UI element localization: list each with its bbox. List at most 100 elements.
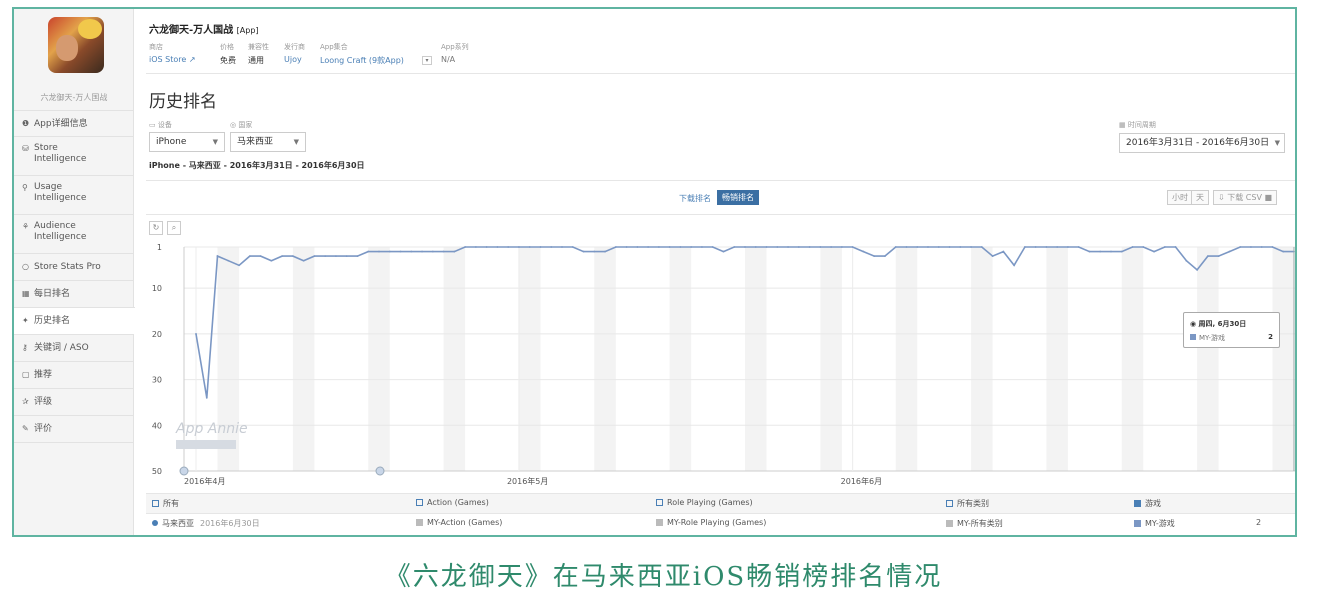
download-icon: ⇩: [1218, 193, 1225, 202]
data-point: [518, 246, 520, 248]
x-tick-label: 2016年5月: [507, 476, 548, 485]
data-point: [776, 246, 779, 248]
device-icon: ▭: [149, 121, 156, 129]
data-point: [259, 255, 262, 258]
sidebar-item-ratings[interactable]: ✰ 评级: [14, 388, 134, 415]
sidebar-item-usage-intelligence[interactable]: ⚲ Usage Intelligence: [14, 175, 134, 214]
sidebar-item-label: Usage: [34, 182, 63, 192]
sidebar-item-store-stats-pro[interactable]: ○ Store Stats Pro: [14, 253, 134, 280]
featured-icon: ▢: [22, 370, 30, 379]
sidebar-item-label: Store: [34, 143, 58, 153]
date-label: ▦ 时间周期: [1119, 120, 1156, 130]
data-point: [657, 246, 660, 248]
sidebar-item-daily-rank[interactable]: ▦ 每日排名: [14, 280, 134, 307]
sidebar-item-label-2: Intelligence: [34, 232, 87, 242]
download-rank-toggle[interactable]: 下载排名: [679, 193, 711, 204]
weekend-band: [895, 247, 918, 471]
country-select[interactable]: 马来西亚 ▼: [230, 132, 306, 152]
app-icon[interactable]: [48, 17, 104, 73]
sidebar-item-label: 评级: [34, 397, 53, 407]
data-point: [227, 259, 230, 262]
legend-games-checkbox[interactable]: 游戏: [1134, 498, 1161, 509]
external-link-icon: ↗: [188, 55, 196, 64]
data-point: [840, 246, 843, 248]
sidebar-app-name: 六龙御天-万人国战: [40, 93, 108, 102]
legend-series-role-playing[interactable]: MY-Role Playing (Games): [656, 518, 766, 527]
data-point: [453, 250, 456, 253]
data-point: [324, 255, 327, 258]
data-point: [830, 246, 833, 248]
legend-action-checkbox[interactable]: Action (Games): [416, 498, 489, 507]
download-csv-button[interactable]: ⇩ 下载 CSV ■: [1213, 190, 1278, 205]
data-point: [744, 246, 746, 248]
sidebar-item-audience-intelligence[interactable]: ⚘ Audience Intelligence: [14, 214, 134, 253]
sidebar-item-app-details[interactable]: ❶ App详细信息: [14, 110, 134, 136]
data-point: [431, 250, 434, 253]
date-label-text: 时间周期: [1127, 121, 1156, 129]
magnifier-icon: ⌕: [171, 223, 177, 232]
data-point: [604, 250, 606, 253]
legend-series-label: MY-所有类别: [957, 519, 1003, 528]
x-tick-label: 2016年4月: [184, 476, 225, 485]
device-select[interactable]: iPhone ▼: [149, 132, 225, 152]
y-tick-label: 40: [152, 421, 162, 430]
collection-dropdown-button[interactable]: ▾: [422, 56, 432, 65]
data-point: [905, 246, 908, 248]
data-point: [948, 246, 951, 248]
meta-publisher-link[interactable]: Ujoy: [284, 55, 302, 64]
weekend-band: [669, 247, 692, 471]
data-point: [313, 255, 316, 258]
data-point: [1206, 255, 1209, 258]
legend-all-checkbox[interactable]: 所有: [152, 498, 179, 509]
data-point: [679, 246, 682, 248]
sidebar-item-historical-rank[interactable]: ✦ 历史排名: [14, 307, 135, 334]
data-point: [399, 250, 402, 253]
rank-line-chart[interactable]: 1 10 20 30 40 50 2016年4月 2016年5月 2016年6月: [146, 235, 1296, 485]
grossing-rank-toggle[interactable]: 畅销排名: [717, 190, 759, 205]
sidebar: 六龙御天-万人国战 ❶ App详细信息 ⛁ Store Intelligence …: [14, 9, 135, 535]
legend-country: 马来西亚: [162, 519, 194, 528]
sidebar-item-label: 评价: [34, 424, 53, 434]
day-button[interactable]: 天: [1191, 190, 1209, 205]
data-point: [1185, 259, 1188, 262]
sidebar-item-keywords-aso[interactable]: ⚷ 关键词 / ASO: [14, 334, 134, 361]
sidebar-item-store-intelligence[interactable]: ⛁ Store Intelligence: [14, 136, 134, 175]
data-point: [754, 246, 757, 248]
tooltip-series: MY-游戏: [1190, 333, 1225, 343]
meta-series: N/A: [441, 55, 456, 64]
data-point: [1067, 246, 1069, 248]
usage-icon: ⚲: [22, 183, 28, 192]
legend-label: 所有类别: [957, 499, 989, 508]
legend-series-games[interactable]: MY-游戏: [1134, 518, 1175, 529]
app-annie-window: 六龙御天-万人国战 ❶ App详细信息 ⛁ Store Intelligence …: [12, 7, 1297, 537]
legend-series-value: 2: [1256, 518, 1262, 527]
meta-collection-link[interactable]: Loong Craft (9款App): [320, 55, 404, 66]
data-point: [1023, 246, 1026, 248]
legend-all-categories-checkbox[interactable]: 所有类别: [946, 498, 989, 509]
weekend-band: [594, 247, 616, 471]
weekend-band: [971, 247, 993, 471]
zoom-button[interactable]: ⌕: [167, 221, 181, 235]
legend-series-action[interactable]: MY-Action (Games): [416, 518, 502, 527]
star-icon: ✰: [22, 397, 29, 406]
legend-series-all-categories[interactable]: MY-所有类别: [946, 518, 1003, 529]
y-tick-label: 20: [152, 330, 162, 339]
legend-country-radio[interactable]: 马来西亚 2016年6月30日: [152, 518, 260, 529]
sidebar-item-featured[interactable]: ▢ 推荐: [14, 361, 134, 388]
weekend-band: [217, 247, 240, 471]
app-title: 六龙御天-万人国战 [App]: [149, 21, 259, 36]
meta-price: 免费: [220, 56, 236, 65]
data-point: [238, 264, 240, 267]
sidebar-item-label-2: Intelligence: [34, 193, 87, 203]
sidebar-item-reviews[interactable]: ✎ 评价: [14, 415, 134, 443]
meta-store-link[interactable]: iOS Store ↗: [149, 55, 196, 64]
legend-role-playing-checkbox[interactable]: Role Playing (Games): [656, 498, 753, 507]
globe-icon: ◉: [1190, 320, 1197, 328]
date-range-picker[interactable]: 2016年3月31日 - 2016年6月30日 ▼: [1119, 133, 1285, 153]
data-point: [388, 250, 391, 253]
hour-button[interactable]: 小时: [1167, 190, 1193, 205]
data-point: [1239, 246, 1242, 248]
series-swatch: [1134, 520, 1141, 527]
data-point: [690, 246, 693, 248]
reset-zoom-button[interactable]: ↻: [149, 221, 163, 235]
